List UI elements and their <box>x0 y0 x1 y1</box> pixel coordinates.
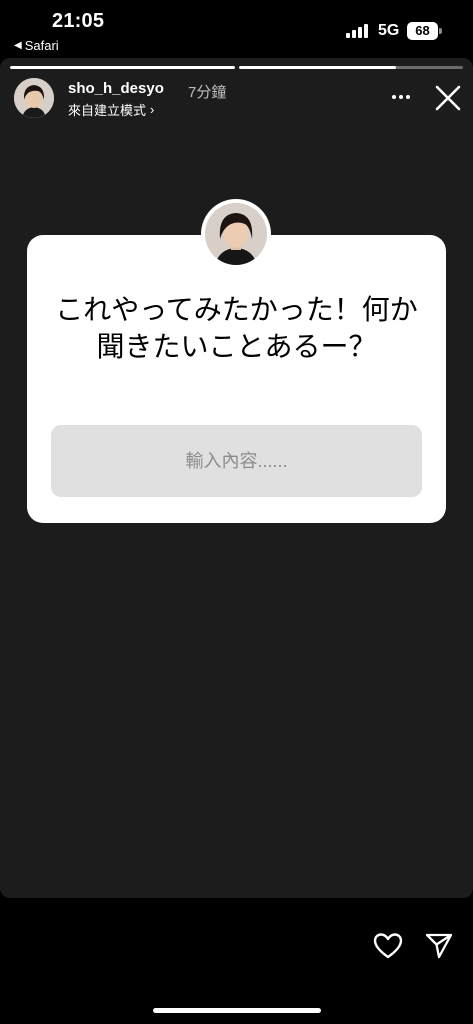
heart-icon <box>373 933 403 959</box>
chevron-right-icon: › <box>150 102 155 117</box>
back-triangle-icon: ◀ <box>14 40 22 51</box>
close-button[interactable] <box>434 84 462 112</box>
back-to-app-button[interactable]: ◀ Safari <box>14 38 59 53</box>
story-progress <box>10 66 463 69</box>
network-type: 5G <box>378 22 400 39</box>
more-options-button[interactable] <box>388 84 414 110</box>
story-header: sho_h_desyo 7分鐘 來自建立模式 › <box>14 78 462 119</box>
progress-segment <box>10 66 235 69</box>
progress-segment <box>238 66 463 69</box>
answer-input[interactable]: 輸入內容...... <box>51 425 422 497</box>
story-source-label: 來自建立模式 <box>68 103 147 118</box>
status-time: 21:05 <box>52 10 105 32</box>
back-app-label: Safari <box>24 38 59 53</box>
battery-level: 68 <box>407 22 438 40</box>
close-icon <box>435 85 461 111</box>
question-sticker: これやってみたかった！何か聞きたいことあるー？ 輸入內容...... <box>27 235 446 523</box>
battery-icon: 68 <box>407 22 442 40</box>
send-button[interactable] <box>424 931 454 961</box>
status-bar: 21:05 ◀ Safari 5G 68 <box>0 0 473 58</box>
send-icon <box>425 933 453 959</box>
story-time-ago: 7分鐘 <box>188 84 227 101</box>
cellular-signal-icon <box>346 24 370 38</box>
question-avatar <box>201 199 271 269</box>
avatar[interactable] <box>14 78 54 118</box>
question-text: これやってみたかった！何か聞きたいことあるー？ <box>55 293 418 363</box>
like-button[interactable] <box>372 930 404 962</box>
story-source-link[interactable]: 來自建立模式 › <box>68 100 154 119</box>
home-indicator[interactable] <box>153 1008 321 1013</box>
story-username[interactable]: sho_h_desyo <box>68 80 164 97</box>
